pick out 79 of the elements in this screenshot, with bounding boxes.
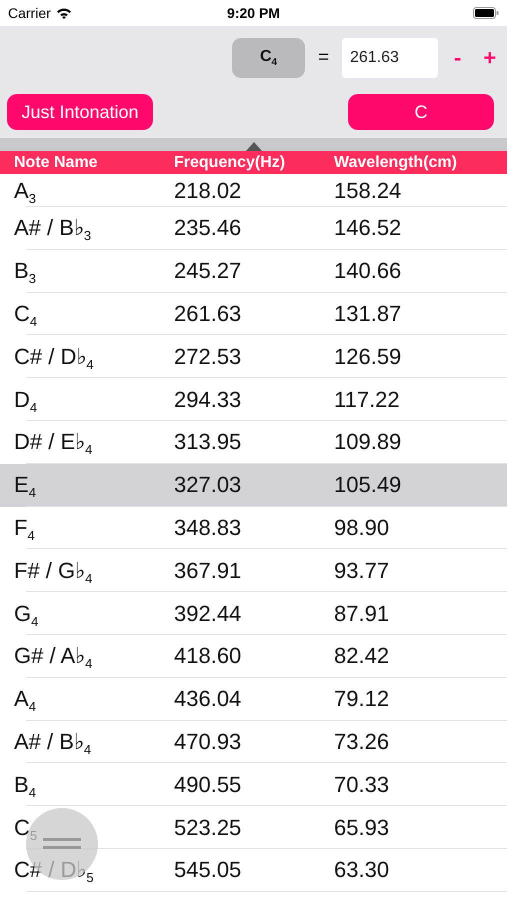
wavelength-cell-text: 87.91 bbox=[334, 600, 390, 627]
column-header: Frequency(Hz) bbox=[174, 154, 286, 172]
wavelength-cell-text: 82.42 bbox=[334, 643, 390, 670]
frequency-cell-text: 218.02 bbox=[174, 178, 242, 204]
wavelength-cell-text: 131.87 bbox=[334, 300, 402, 327]
table-row[interactable]: A# / B♭$_{4}$ 470.93 73.26 bbox=[0, 720, 507, 764]
frequency-cell-text: 348.83 bbox=[174, 514, 242, 541]
note-name: F# / G♭$_{4}$ bbox=[14, 558, 94, 584]
note-name: E$_{4}$ bbox=[14, 472, 37, 498]
note-name: B$_{3}$ bbox=[14, 258, 37, 284]
table-row[interactable]: D$_{4}$ 294.33 117.22 bbox=[0, 378, 507, 421]
table-row[interactable]: B$_{4}$ 490.55 70.33 bbox=[0, 763, 507, 806]
frequency-cell-text: 272.53 bbox=[174, 344, 242, 370]
frequency-cell-text: 245.27 bbox=[174, 258, 242, 284]
wavelength-cell-text: 70.33 bbox=[334, 772, 390, 798]
table-row[interactable]: G# / A♭$_{4}$ 418.60 82.42 bbox=[0, 634, 507, 678]
wavelength-cell-text: 146.52 bbox=[334, 215, 402, 242]
frequency-cell-text: 313.95 bbox=[174, 429, 242, 456]
frequency-field[interactable]: 261.63 bbox=[342, 38, 438, 78]
column-header: Wavelength(cm) bbox=[334, 154, 458, 172]
frequency-cell-text: 470.93 bbox=[174, 728, 242, 755]
frequency-cell-text: 490.55 bbox=[174, 772, 242, 798]
key-button[interactable]: C bbox=[348, 94, 494, 130]
frequency-cell-text: 327.03 bbox=[174, 472, 242, 498]
note-name: C# / D♭$_{4}$ bbox=[14, 344, 95, 370]
wavelength-cell-text: 65.93 bbox=[334, 814, 390, 841]
wavelength-cell-text: 109.89 bbox=[334, 429, 402, 456]
table-row[interactable]: C# / D♭$_{5}$ 545.05 63.30 bbox=[0, 848, 507, 892]
wavelength-cell-text: 93.77 bbox=[334, 558, 390, 584]
frequency-cell-text: 418.60 bbox=[174, 643, 242, 670]
table-row[interactable]: C# / D♭$_{4}$ 272.53 126.59 bbox=[0, 335, 507, 378]
note-name: D# / E♭$_{4}$ bbox=[14, 429, 94, 456]
table-row[interactable]: D# / E♭$_{4}$ 313.95 109.89 bbox=[0, 420, 507, 464]
wavelength-cell-text: 73.26 bbox=[334, 728, 390, 755]
menu-icon bbox=[43, 837, 81, 851]
equals-sign: = bbox=[316, 47, 330, 69]
wavelength-cell-text: 140.66 bbox=[334, 258, 402, 284]
note-name: C# / D♭$_{5}$ bbox=[14, 857, 95, 884]
column-header: Note Name bbox=[14, 154, 99, 172]
wavelength-cell-text: 117.22 bbox=[334, 386, 401, 413]
note-name: A# / B♭$_{4}$ bbox=[14, 728, 92, 755]
note-name: B$_{4}$ bbox=[14, 772, 37, 798]
wavelength-cell-text: 98.90 bbox=[334, 514, 390, 541]
table-row[interactable]: B$_{3}$ 245.27 140.66 bbox=[0, 250, 507, 293]
note-name: F$_{4}$ bbox=[14, 514, 36, 541]
tuning-button[interactable]: Just Intonation bbox=[7, 94, 153, 130]
wavelength-cell-text: 63.30 bbox=[334, 857, 390, 884]
table-row[interactable]: C$_{4}$ 261.63 131.87 bbox=[0, 292, 507, 336]
table-row[interactable]: A# / B♭$_{3}$ 235.46 146.52 bbox=[0, 207, 507, 250]
frequency-cell-text: 294.33 bbox=[174, 386, 242, 413]
note-name: G$_{4}$ bbox=[14, 600, 40, 627]
wavelength-cell-text: 79.12 bbox=[334, 686, 390, 712]
note-name: A$_{4}$ bbox=[14, 686, 37, 712]
table-row[interactable]: F# / G♭$_{4}$ 367.91 93.77 bbox=[0, 549, 507, 592]
frequency-cell-text: 261.63 bbox=[174, 300, 242, 327]
table-row[interactable]: F$_{4}$ 348.83 98.90 bbox=[0, 506, 507, 550]
note-name: C$_{4}$ bbox=[14, 300, 38, 327]
note-name: A$_{3}$ bbox=[14, 178, 37, 204]
table-row[interactable]: A$_{4}$ 436.04 79.12 bbox=[0, 678, 507, 721]
battery-icon bbox=[473, 7, 499, 19]
frequency-cell-text: 367.91 bbox=[174, 558, 242, 584]
wifi-icon bbox=[56, 7, 72, 19]
note-selector[interactable]: C$_{4}$ bbox=[232, 38, 305, 78]
wavelength-cell-text: 158.24 bbox=[334, 178, 402, 204]
note-name: D$_{4}$ bbox=[14, 386, 38, 413]
frequency-cell-text: 392.44 bbox=[174, 600, 242, 627]
wavelength-cell-text: 105.49 bbox=[334, 472, 402, 498]
table-row[interactable]: G$_{4}$ 392.44 87.91 bbox=[0, 592, 507, 635]
table-row[interactable]: A$_{3}$ 218.02 158.24 bbox=[0, 174, 507, 207]
frequency-cell-text: 235.46 bbox=[174, 215, 242, 242]
frequency-cell-text: 436.04 bbox=[174, 686, 242, 712]
clock-time: 9:20 PM bbox=[227, 5, 280, 21]
note-name: A# / B♭$_{3}$ bbox=[14, 215, 92, 242]
note-name: G# / A♭$_{4}$ bbox=[14, 643, 94, 670]
selected-row[interactable]: E$_{4}$ 327.03 105.49 bbox=[0, 464, 507, 507]
frequency-cell-text: 545.05 bbox=[174, 857, 242, 884]
carrier-label: Carrier bbox=[8, 5, 51, 21]
frequency-cell-text: 523.25 bbox=[174, 814, 242, 841]
wavelength-cell-text: 126.59 bbox=[334, 344, 402, 370]
